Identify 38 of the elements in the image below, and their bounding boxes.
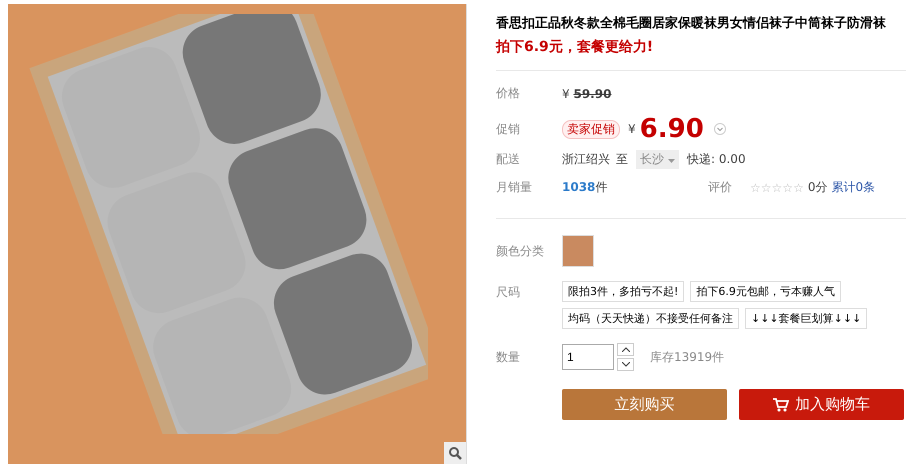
quantity-field[interactable]: 1 [562,344,614,370]
shipping-fee: 快递: 0.00 [687,151,746,168]
promo-label: 促销 [496,120,521,138]
caret-down-icon [668,159,675,163]
sales-label: 月销量 [496,179,533,196]
to-text: 至 [616,151,628,168]
buy-now-button[interactable]: 立刻购买 [562,389,727,420]
price-label: 价格 [496,85,521,102]
sales-count: 1038件 [562,179,608,196]
review-count-link[interactable]: 累计0条 [831,179,876,196]
size-option[interactable]: 均码（天天快递）不接受任何备注 [562,308,739,329]
product-subtitle: 拍下6.9元，套餐更给力! [496,38,654,56]
star-rating: ☆☆☆☆☆ [750,180,804,194]
currency-symbol: ¥ [628,122,636,136]
chevron-down-icon [622,362,630,367]
search-icon [448,446,462,460]
shipping-label: 配送 [496,151,521,168]
product-title: 香思扣正品秋冬款全棉毛圈居家保暖袜男女情侣袜子中筒袜子防滑袜 [496,14,887,32]
zoom-button[interactable] [444,442,466,464]
size-label: 尺码 [496,284,521,301]
cart-icon [773,398,789,412]
quantity-label: 数量 [496,348,521,366]
origin-text: 浙江绍兴 [562,151,610,168]
rating-score: 0分 [808,179,828,196]
promo-price: 6.90 [640,114,704,144]
increment-button[interactable] [617,343,634,356]
rating-label: 评价 [708,179,733,196]
color-label: 颜色分类 [496,242,545,260]
chevron-up-icon [622,347,630,352]
stock-text: 库存13919件 [650,348,724,366]
add-to-cart-button[interactable]: 加入购物车 [739,389,904,420]
size-option[interactable]: 限拍3件，多拍亏不起! [562,281,684,302]
size-option[interactable]: 拍下6.9元包邮，亏本赚人气 [690,281,841,302]
size-option[interactable]: ↓↓↓套餐巨划算↓↓↓ [745,308,868,329]
decrement-button[interactable] [617,358,634,371]
promo-tag: 卖家促销 [562,120,620,138]
color-thumbnail[interactable] [562,235,594,267]
original-price: ¥ 59.90 [562,86,612,100]
